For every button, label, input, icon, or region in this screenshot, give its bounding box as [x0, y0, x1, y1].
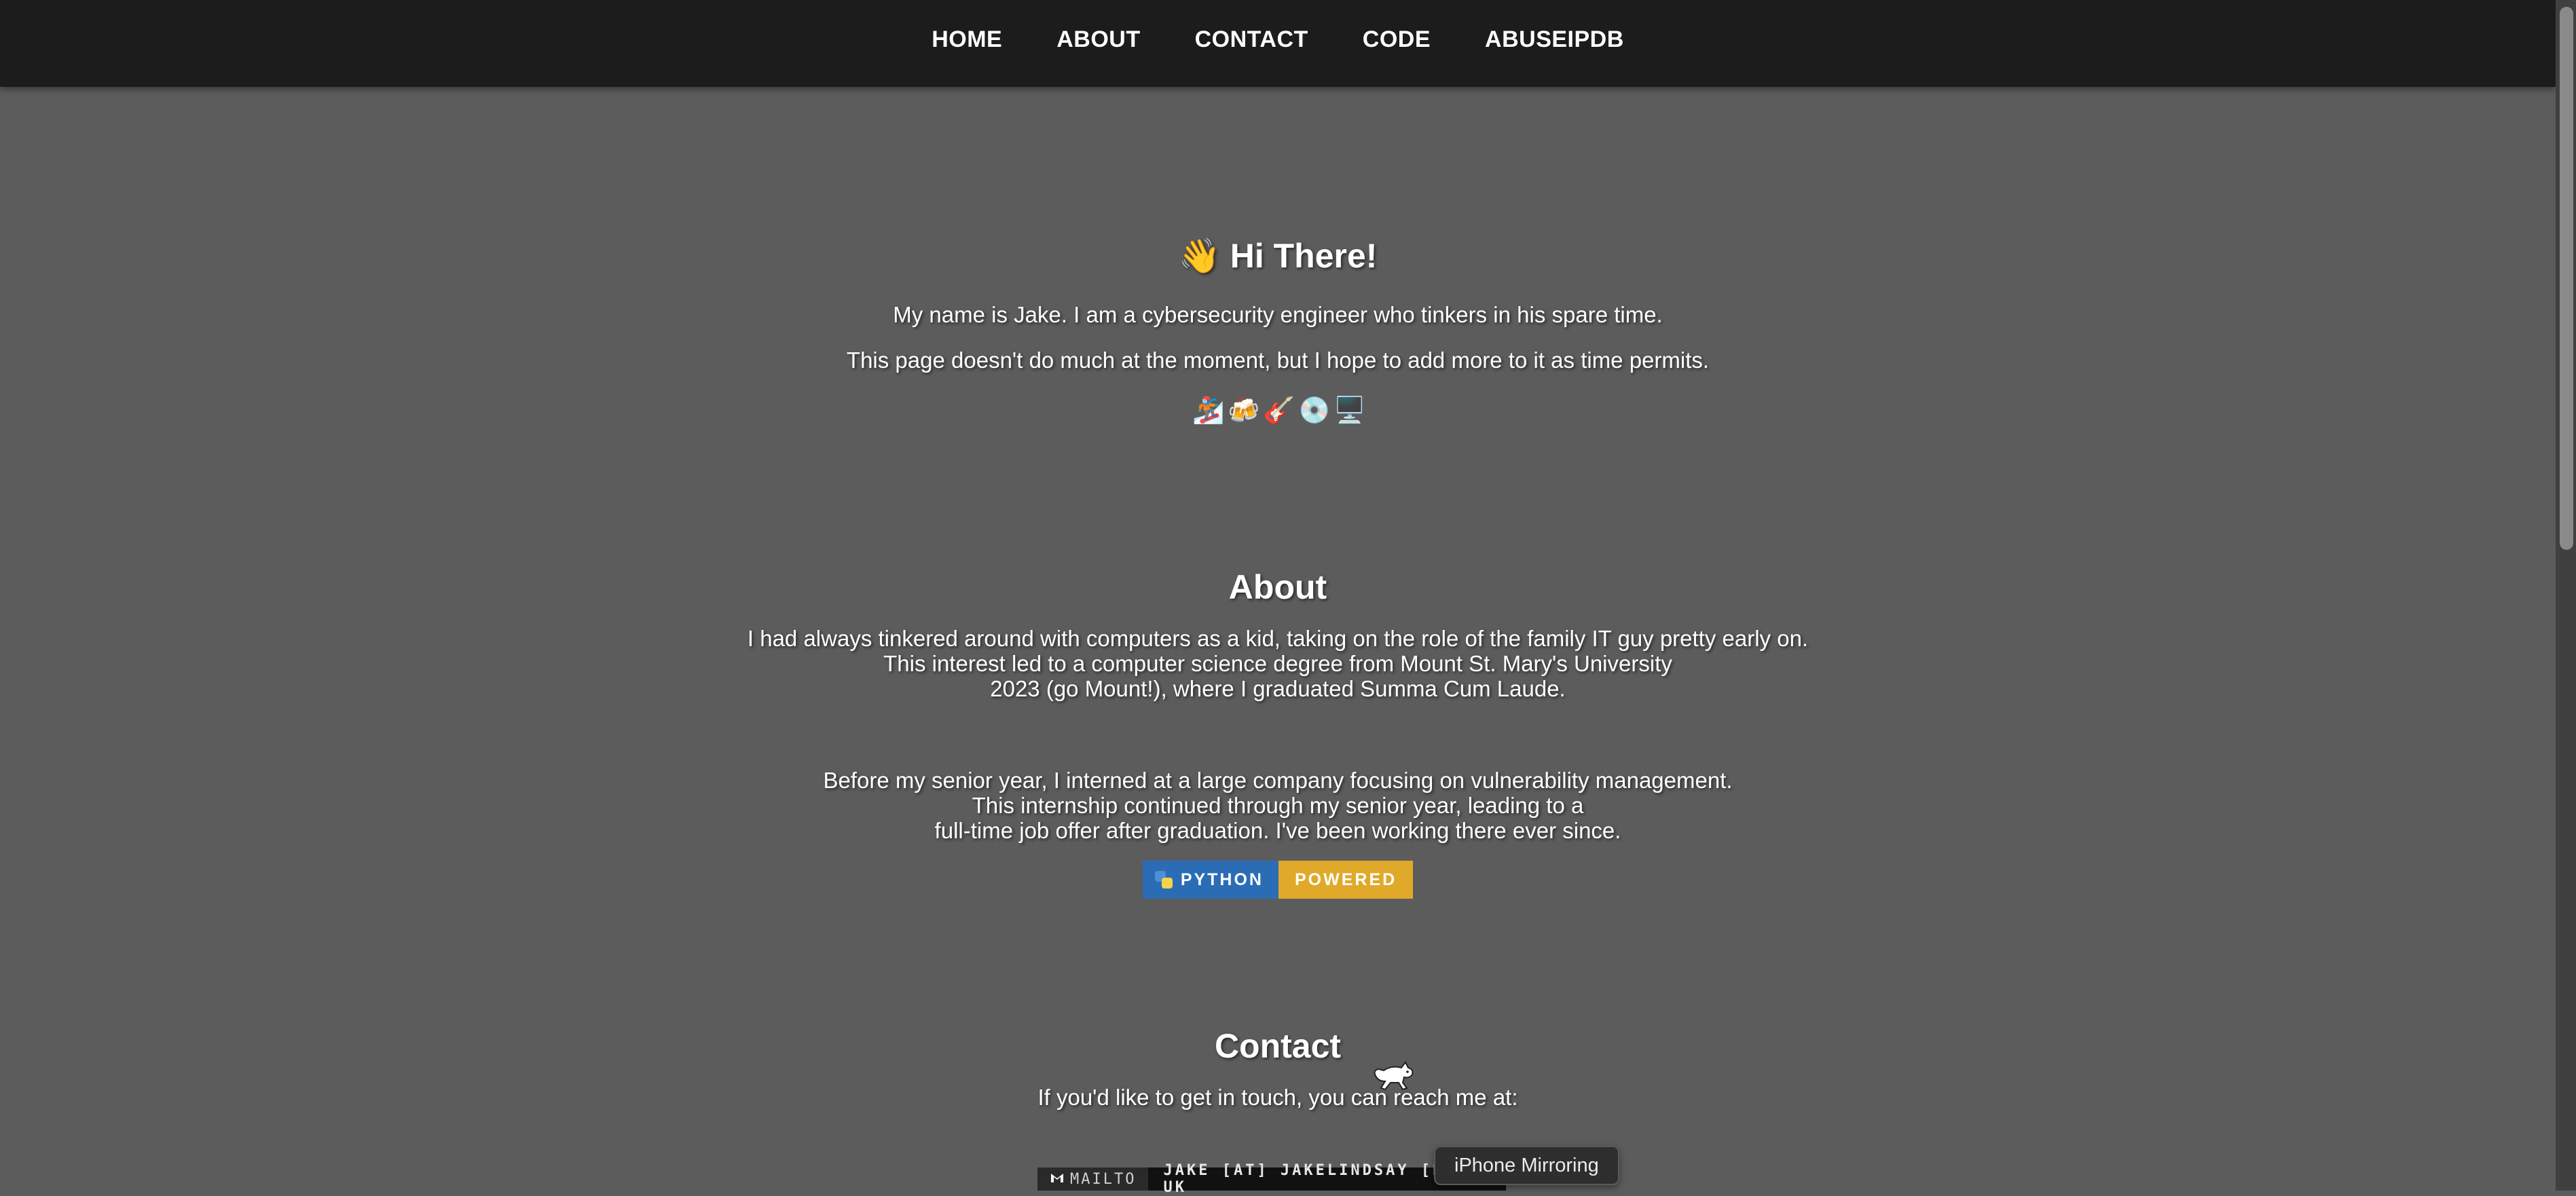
running-cat-icon — [1374, 1061, 1414, 1091]
contact-text: If you'd like to get in touch, you can r… — [1037, 1085, 1518, 1110]
intro-line-2: This page doesn't do much at the moment,… — [846, 348, 1710, 373]
guitar-icon: 🎸 — [1263, 396, 1295, 425]
intro-heading: 👋 Hi There! — [0, 236, 2556, 276]
intro-line-1: My name is Jake. I am a cybersecurity en… — [893, 302, 1663, 327]
about-section: About I had always tinkered around with … — [0, 567, 2556, 899]
nav-about-link[interactable]: ABOUT — [1056, 26, 1140, 53]
scrollbar-thumb[interactable] — [2560, 7, 2573, 550]
mailto-segment: MAILTO — [1037, 1167, 1149, 1191]
snowboarder-icon: 🏂 — [1192, 396, 1225, 425]
badge-python-label: PYTHON — [1180, 870, 1264, 889]
intro-heading-text: Hi There! — [1230, 237, 1378, 275]
python-logo-icon — [1154, 871, 1173, 889]
nav-contact-link[interactable]: CONTACT — [1195, 26, 1308, 53]
about-para-1-line-3: 2023 (go Mount!), where I graduated Summ… — [990, 676, 1566, 701]
tooltip-text: iPhone Mirroring — [1454, 1154, 1599, 1176]
contact-section: Contact If you'd like to get in touch, y… — [0, 1026, 2556, 1110]
iphone-mirroring-tooltip: iPhone Mirroring — [1434, 1146, 1619, 1185]
hobby-emoji-row: 🏂 🍻 🎸 💿 🖥️ — [1192, 396, 1366, 426]
gmail-icon — [1050, 1171, 1065, 1188]
nav-code-link[interactable]: CODE — [1363, 26, 1431, 53]
nav-abuseipdb-link[interactable]: ABUSEIPDB — [1485, 26, 1624, 53]
about-para-2-line-1: Before my senior year, I interned at a l… — [823, 768, 1733, 793]
main-content: 👋 Hi There! My name is Jake. I am a cybe… — [0, 87, 2556, 1191]
beer-mugs-icon: 🍻 — [1228, 396, 1260, 425]
waving-hand-icon: 👋 — [1178, 237, 1221, 275]
mailto-label: MAILTO — [1070, 1170, 1137, 1188]
contact-heading: Contact — [1214, 1027, 1342, 1065]
nav-home-link[interactable]: HOME — [932, 26, 1002, 53]
about-para-2-line-3: full-time job offer after graduation. I'… — [934, 818, 1621, 843]
about-para-2-line-2: This internship continued through my sen… — [972, 793, 1584, 818]
badge-powered-label: POWERED — [1295, 870, 1397, 889]
badge-powered-segment: POWERED — [1278, 861, 1414, 899]
intro-section: 👋 Hi There! My name is Jake. I am a cybe… — [0, 236, 2556, 426]
about-para-1-line-2: This interest led to a computer science … — [883, 651, 1672, 676]
vertical-scrollbar[interactable] — [2556, 0, 2576, 1191]
top-navigation: HOME ABOUT CONTACT CODE ABUSEIPDB — [0, 0, 2556, 87]
computer-monitor-icon: 🖥️ — [1333, 396, 1366, 425]
disc-icon: 💿 — [1298, 396, 1331, 425]
python-powered-badge: PYTHON POWERED — [1142, 861, 1414, 899]
badge-python-segment: PYTHON — [1142, 861, 1278, 899]
about-para-1-line-1: I had always tinkered around with comput… — [747, 626, 1809, 651]
about-heading: About — [1228, 568, 1327, 606]
